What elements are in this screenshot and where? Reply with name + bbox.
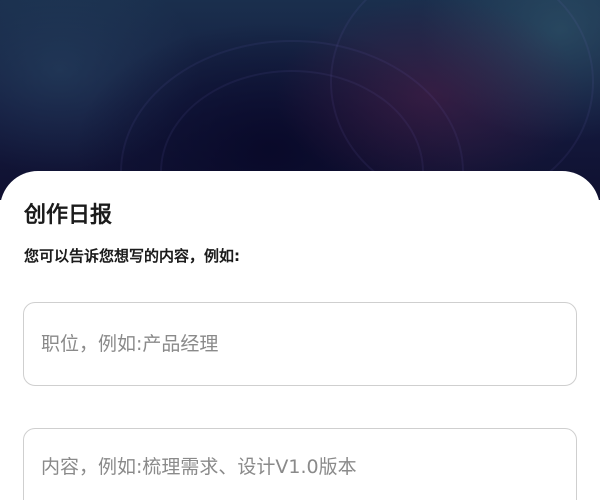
hero-background-image <box>0 0 600 304</box>
position-input[interactable] <box>23 302 577 386</box>
content-input[interactable] <box>23 428 577 500</box>
page-subtitle: 您可以告诉您想写的内容，例如: <box>24 247 241 265</box>
page-title: 创作日报 <box>24 203 113 228</box>
form-card: 创作日报 您可以告诉您想写的内容，例如: <box>0 171 600 500</box>
app-screen: 创作日报 您可以告诉您想写的内容，例如: <box>0 0 600 500</box>
